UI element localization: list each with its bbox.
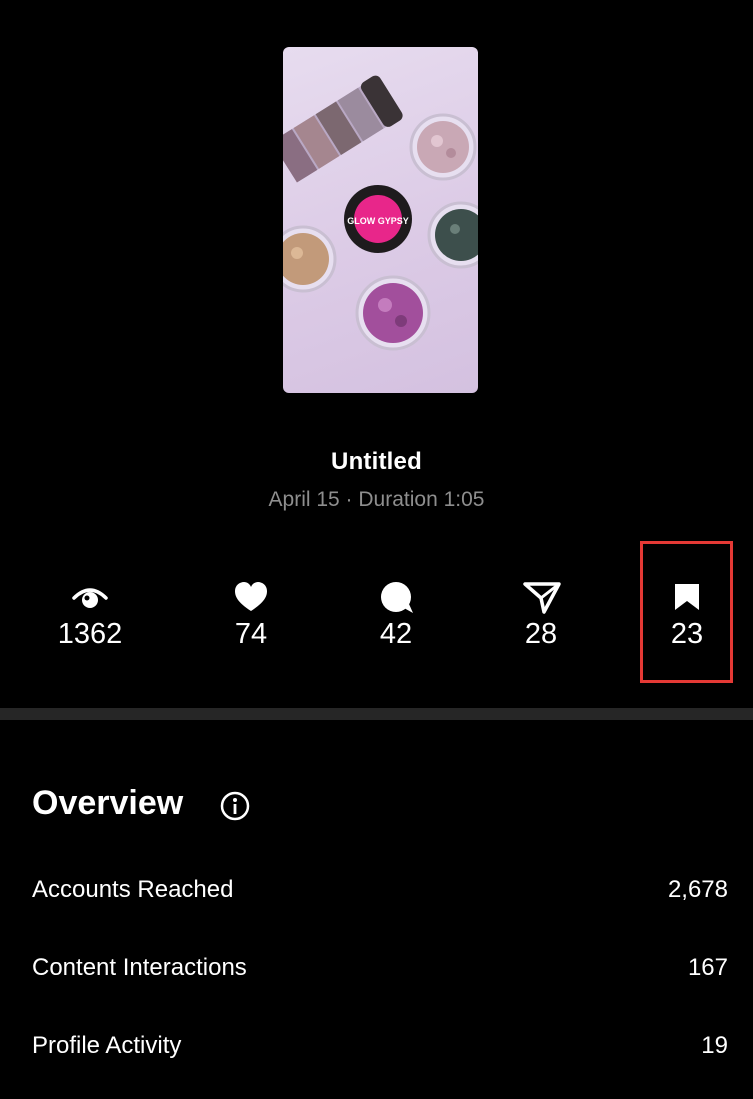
stat-value: 1362 bbox=[57, 618, 123, 650]
stat-value: 74 bbox=[234, 618, 268, 650]
row-value: 167 bbox=[687, 954, 728, 981]
post-meta: April 15 · Duration 1:05 bbox=[268, 488, 485, 511]
overview-row-content-interactions[interactable]: Content Interactions 167 bbox=[32, 954, 728, 990]
stat-shares[interactable]: 28 bbox=[481, 580, 601, 680]
info-icon[interactable] bbox=[219, 790, 251, 822]
overview-title: Overview bbox=[32, 784, 184, 822]
stat-value: 42 bbox=[379, 618, 413, 650]
post-title: Untitled bbox=[331, 448, 422, 475]
heart-icon bbox=[235, 582, 267, 611]
share-icon bbox=[523, 582, 561, 614]
stat-comments[interactable]: 42 bbox=[336, 580, 456, 680]
stat-value: 28 bbox=[524, 618, 558, 650]
eye-icon bbox=[72, 588, 108, 608]
overview-row-accounts-reached[interactable]: Accounts Reached 2,678 bbox=[32, 876, 728, 912]
row-label: Profile Activity bbox=[32, 1032, 182, 1059]
saves-highlight-box bbox=[640, 541, 733, 683]
svg-text:GLOW GYPSY: GLOW GYPSY bbox=[347, 216, 409, 226]
comment-icon bbox=[381, 582, 413, 613]
row-label: Accounts Reached bbox=[32, 876, 234, 903]
row-value: 19 bbox=[701, 1032, 728, 1059]
glitter-product-image: GLOW GYPSY bbox=[283, 75, 478, 351]
overview-row-profile-activity[interactable]: Profile Activity 19 bbox=[32, 1032, 728, 1068]
section-divider bbox=[0, 708, 753, 720]
stat-views[interactable]: 1362 bbox=[30, 580, 150, 680]
stat-likes[interactable]: 74 bbox=[191, 580, 311, 680]
row-value: 2,678 bbox=[667, 876, 728, 903]
row-label: Content Interactions bbox=[32, 954, 247, 981]
post-thumbnail[interactable]: GLOW GYPSY bbox=[283, 47, 478, 393]
